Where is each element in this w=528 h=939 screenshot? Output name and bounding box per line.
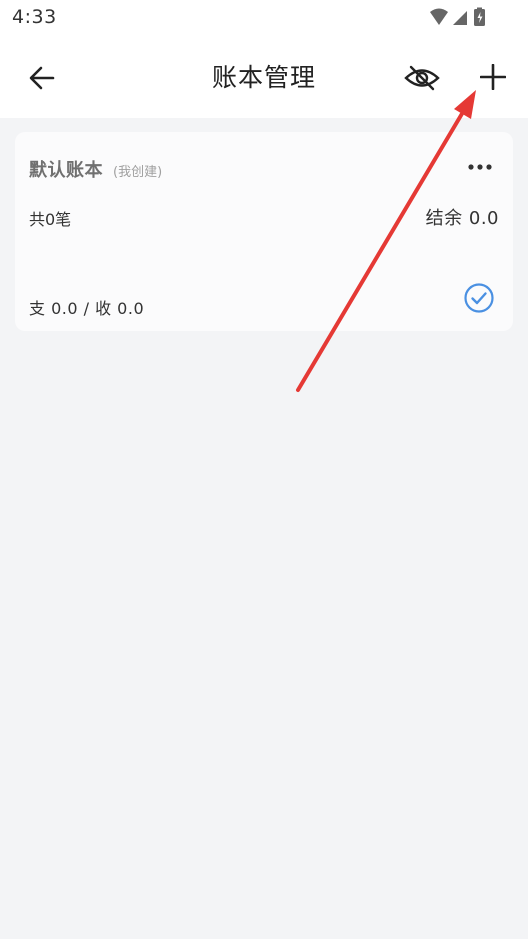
book-income-expense: 支 0.0 / 收 0.0 [29, 299, 145, 318]
arrow-left-icon [29, 66, 55, 90]
back-button[interactable] [22, 58, 62, 98]
top-app-bar: 账本管理 [0, 36, 528, 118]
status-time: 4:33 [12, 6, 57, 28]
more-horizontal-icon [468, 164, 492, 170]
toggle-visibility-button[interactable] [399, 58, 445, 98]
page-title: 账本管理 [211, 63, 316, 92]
eye-off-icon [404, 65, 440, 91]
book-name: 默认账本 [29, 160, 103, 181]
wifi-icon [430, 8, 448, 25]
book-owner-tag: (我创建) [113, 165, 163, 180]
book-balance: 结余 0.0 [425, 208, 499, 229]
add-book-button[interactable] [472, 56, 514, 98]
book-card[interactable]: 默认账本 (我创建) 共0笔 结余 0.0 支 0.0 / 收 0.0 [15, 132, 513, 331]
book-more-button[interactable] [463, 154, 497, 180]
status-bar: 4:33 [0, 0, 528, 36]
plus-icon [480, 64, 506, 90]
status-icons [428, 7, 490, 29]
book-record-count: 共0笔 [29, 210, 72, 229]
battery-charging-icon [474, 7, 485, 26]
cellular-signal-icon [453, 11, 467, 25]
selected-check-icon[interactable] [463, 282, 495, 314]
